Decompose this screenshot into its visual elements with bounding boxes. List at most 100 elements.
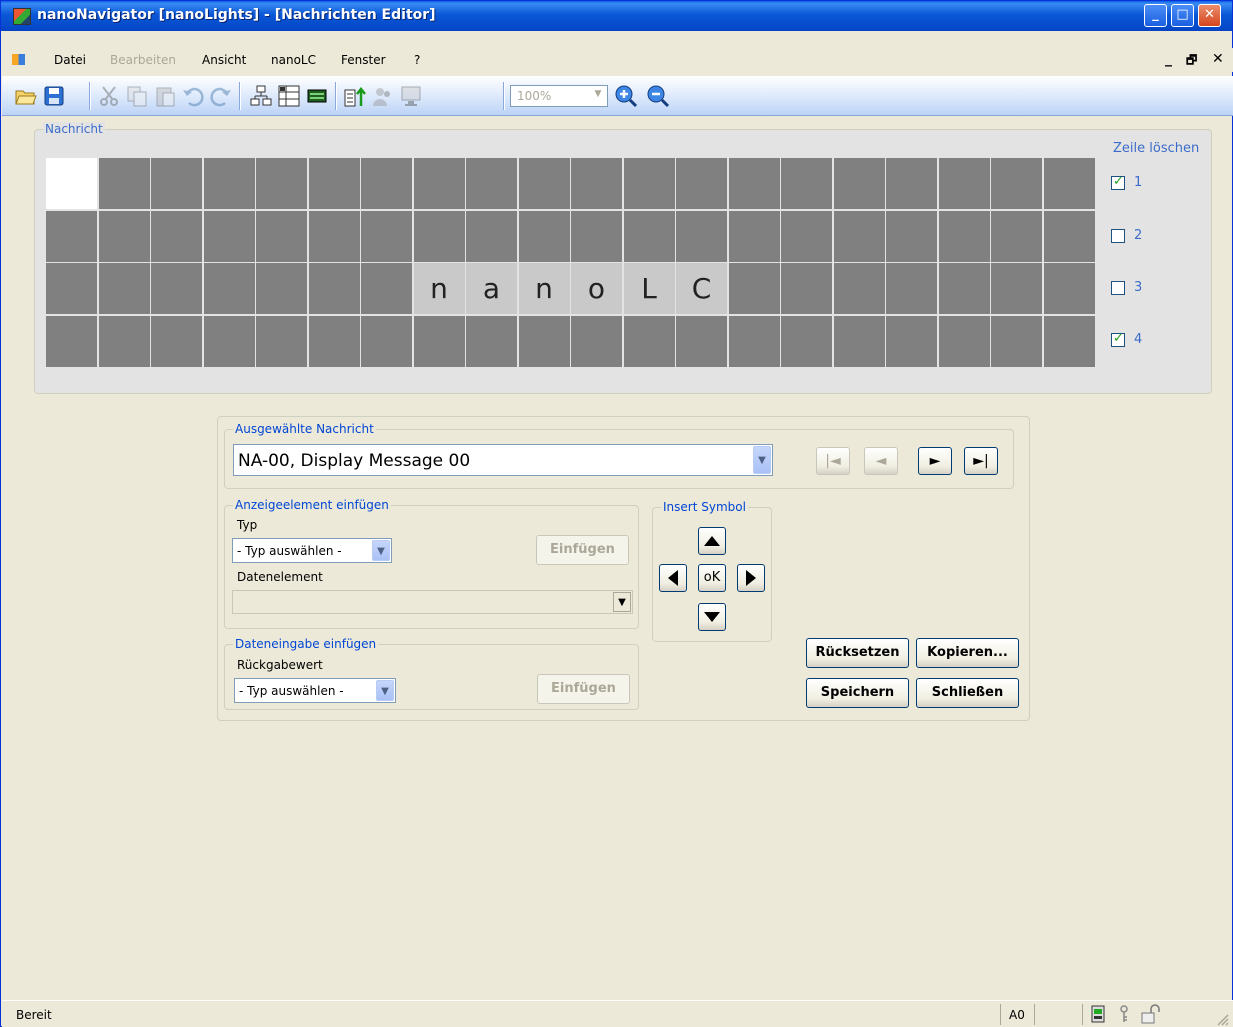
lcd-cell[interactable] — [833, 263, 885, 314]
zeile-checkbox-2[interactable] — [1111, 229, 1125, 243]
lcd-cell[interactable] — [98, 315, 150, 367]
symbol-left-button[interactable] — [659, 564, 687, 592]
lcd-cell[interactable] — [1043, 158, 1095, 209]
close-editor-button[interactable]: Schließen — [916, 678, 1019, 708]
lcd-cell[interactable] — [938, 158, 990, 209]
lcd-cell[interactable] — [46, 210, 97, 262]
lcd-cell[interactable] — [518, 210, 570, 262]
copy-button[interactable]: Kopieren... — [916, 638, 1019, 668]
zeile-checkbox-4[interactable]: ✓ — [1111, 331, 1125, 347]
list-icon[interactable] — [305, 84, 329, 108]
lcd-cell[interactable] — [938, 210, 990, 262]
lcd-cell[interactable] — [361, 315, 412, 367]
lcd-cell[interactable] — [413, 158, 465, 209]
rueckgabewert-select[interactable]: - Typ auswählen - ▼ — [234, 678, 396, 703]
lcd-cell[interactable]: o — [571, 263, 622, 314]
undo-icon[interactable] — [181, 84, 205, 108]
lcd-cell[interactable] — [938, 315, 990, 367]
resize-grip-icon[interactable] — [1215, 1012, 1229, 1026]
lcd-cell[interactable] — [203, 158, 255, 209]
lcd-cell[interactable] — [256, 263, 307, 314]
menu-help[interactable]: ? — [414, 53, 420, 67]
maximize-button[interactable]: □ — [1171, 4, 1194, 27]
lcd-cell[interactable] — [571, 210, 622, 262]
reset-button[interactable]: Rücksetzen — [806, 638, 909, 668]
open-icon[interactable] — [14, 84, 38, 108]
lcd-cell[interactable] — [151, 158, 202, 209]
lcd-cell[interactable] — [203, 315, 255, 367]
lcd-cell[interactable] — [571, 158, 622, 209]
datenelement-select[interactable]: ▼ — [232, 590, 633, 614]
lcd-cell[interactable] — [98, 263, 150, 314]
lcd-cell[interactable] — [781, 210, 832, 262]
lcd-cell[interactable] — [46, 263, 97, 314]
mdi-minimize-button[interactable]: _ — [1165, 51, 1172, 67]
typ-select[interactable]: - Typ auswählen - ▼ — [232, 538, 392, 563]
lcd-cell[interactable] — [1043, 315, 1095, 367]
lcd-cell[interactable] — [151, 210, 202, 262]
menu-nanolc[interactable]: nanoLC — [271, 53, 316, 67]
first-message-button[interactable]: |◄ — [816, 447, 850, 475]
save-button[interactable]: Speichern — [806, 678, 909, 708]
insert-display-element-button[interactable]: Einfügen — [536, 535, 629, 565]
table-icon[interactable] — [277, 84, 301, 108]
lcd-cell[interactable] — [46, 315, 97, 367]
zeile-checkbox-3[interactable] — [1111, 281, 1125, 295]
save-icon[interactable] — [42, 84, 66, 108]
lcd-cell[interactable] — [991, 263, 1042, 314]
lcd-cell[interactable]: n — [518, 263, 570, 314]
lcd-cell[interactable] — [728, 158, 780, 209]
lcd-cell[interactable]: n — [413, 263, 465, 314]
lcd-cell[interactable] — [886, 210, 937, 262]
lcd-cell[interactable] — [151, 315, 202, 367]
symbol-ok-button[interactable]: oK — [698, 564, 726, 592]
users-icon[interactable] — [371, 84, 395, 108]
lcd-cell[interactable] — [151, 263, 202, 314]
zoom-in-icon[interactable] — [614, 84, 638, 108]
close-button[interactable]: ✕ — [1198, 4, 1221, 27]
lcd-cell[interactable] — [991, 315, 1042, 367]
next-message-button[interactable]: ► — [918, 447, 952, 475]
prev-message-button[interactable]: ◄ — [864, 447, 898, 475]
lcd-cell[interactable] — [308, 315, 360, 367]
symbol-right-button[interactable] — [737, 564, 765, 592]
lcd-cell[interactable] — [728, 315, 780, 367]
redo-icon[interactable] — [209, 84, 233, 108]
lcd-cell[interactable] — [361, 158, 412, 209]
lcd-cell[interactable] — [623, 158, 675, 209]
last-message-button[interactable]: ►| — [964, 447, 998, 475]
lcd-cell[interactable] — [256, 210, 307, 262]
zoom-out-icon[interactable] — [646, 84, 670, 108]
lcd-cell[interactable]: L — [623, 263, 675, 314]
lcd-cell[interactable] — [46, 158, 97, 209]
lcd-cell[interactable] — [833, 158, 885, 209]
lcd-cell[interactable] — [98, 210, 150, 262]
lcd-cell[interactable] — [676, 210, 727, 262]
lcd-cell[interactable] — [728, 263, 780, 314]
lcd-cell[interactable] — [308, 263, 360, 314]
lcd-cell[interactable] — [571, 315, 622, 367]
message-select[interactable]: NA-00, Display Message 00 ▼ — [233, 444, 773, 476]
lcd-cell[interactable] — [466, 210, 517, 262]
lcd-cell[interactable] — [886, 158, 937, 209]
symbol-up-button[interactable] — [698, 527, 726, 555]
lcd-cell[interactable] — [886, 315, 937, 367]
monitor-icon[interactable] — [399, 84, 423, 108]
copy-icon[interactable] — [125, 84, 149, 108]
lcd-cell[interactable] — [1043, 263, 1095, 314]
lcd-cell[interactable] — [676, 315, 727, 367]
lcd-cell[interactable] — [623, 315, 675, 367]
menu-fenster[interactable]: Fenster — [341, 53, 386, 67]
lcd-cell[interactable] — [361, 263, 412, 314]
lcd-cell[interactable] — [203, 263, 255, 314]
menu-ansicht[interactable]: Ansicht — [202, 53, 246, 67]
lcd-cell[interactable] — [466, 315, 517, 367]
lcd-cell[interactable] — [676, 158, 727, 209]
lcd-cell[interactable] — [466, 158, 517, 209]
lcd-cell[interactable] — [886, 263, 937, 314]
lcd-cell[interactable] — [833, 210, 885, 262]
tree-icon[interactable] — [249, 84, 273, 108]
lcd-cell[interactable] — [781, 315, 832, 367]
lcd-cell[interactable] — [781, 263, 832, 314]
minimize-button[interactable]: _ — [1144, 4, 1167, 27]
